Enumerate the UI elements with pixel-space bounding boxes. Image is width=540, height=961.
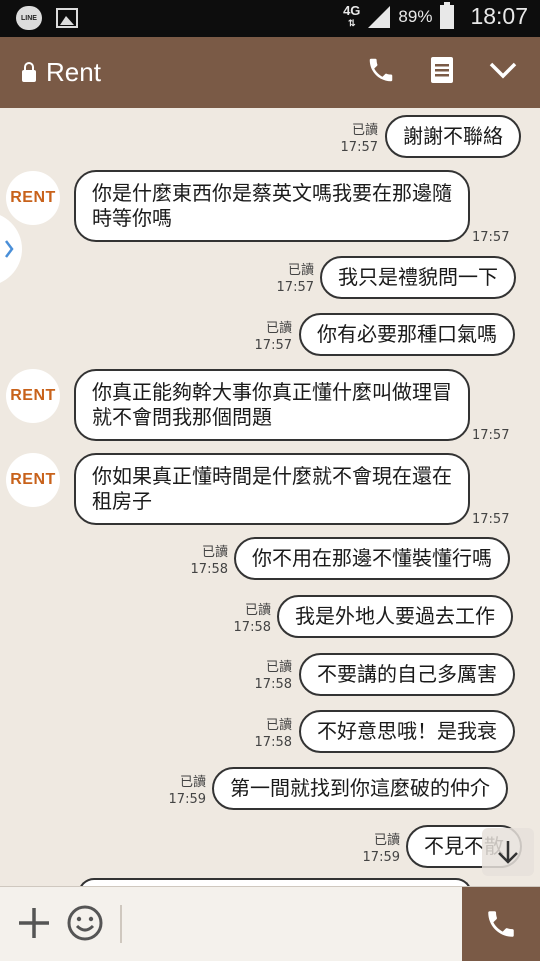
read-status: 已讀 <box>265 321 292 336</box>
outgoing-message[interactable]: 我是外地人要過去工作 <box>277 595 513 638</box>
message-meta: 已讀 17:59 <box>352 832 400 866</box>
lock-icon <box>22 61 36 82</box>
message-time: 17:59 <box>168 792 206 807</box>
outgoing-message[interactable]: 不要講的自己多厲害 <box>299 653 515 696</box>
message-meta: 已讀 17:58 <box>244 717 292 751</box>
signal-icon <box>368 5 391 28</box>
message-time: 17:58 <box>190 562 228 577</box>
message-time: 17:57 <box>472 428 510 443</box>
read-status: 已讀 <box>287 263 314 278</box>
chat-header: Rent <box>0 37 540 108</box>
arrow-down-icon <box>498 841 518 864</box>
outgoing-message[interactable]: 你有必要那種口氣嗎 <box>299 313 515 356</box>
message-meta: 已讀 17:58 <box>180 544 228 578</box>
read-status: 已讀 <box>201 545 228 560</box>
outgoing-message[interactable]: 謝謝不聯絡 <box>385 115 521 158</box>
read-status: 已讀 <box>373 833 400 848</box>
phone-icon[interactable] <box>366 55 396 85</box>
message-meta: 已讀 17:58 <box>244 659 292 693</box>
read-status: 已讀 <box>244 603 271 618</box>
scroll-to-bottom-button[interactable] <box>482 828 534 876</box>
incoming-message[interactable]: 你是什麼東西你是蔡英文嗎我要在那邊隨時等你嗎 <box>74 170 470 242</box>
message-time: 17:57 <box>472 512 510 527</box>
message-time: 17:57 <box>340 140 378 155</box>
message-time: 17:58 <box>254 677 292 692</box>
message-time: 17:57 <box>472 230 510 245</box>
input-divider <box>120 905 122 943</box>
chevron-right-icon <box>5 240 14 258</box>
avatar[interactable]: RENT <box>6 453 60 507</box>
notes-icon[interactable] <box>430 56 454 84</box>
message-time: 17:59 <box>362 850 400 865</box>
avatar[interactable]: RENT <box>6 171 60 225</box>
message-meta: 已讀 17:57 <box>266 262 314 296</box>
side-panel-tab[interactable] <box>0 212 22 286</box>
status-bar: LINE 4G ⇅ 89% 18:07 <box>0 0 540 37</box>
image-notification-icon <box>56 8 78 28</box>
incoming-message[interactable]: 你如果真正懂時間是什麼就不會現在還在租房子 <box>74 453 470 525</box>
plus-icon[interactable] <box>16 905 52 945</box>
battery-percent: 89% <box>398 6 433 26</box>
avatar[interactable]: RENT <box>6 369 60 423</box>
outgoing-message[interactable]: 我只是禮貌問一下 <box>320 256 516 299</box>
chat-title: Rent <box>46 57 101 87</box>
read-status: 已讀 <box>351 123 378 138</box>
message-time: 17:58 <box>233 620 271 635</box>
outgoing-message[interactable]: 你不用在那邊不懂裝懂行嗎 <box>234 537 510 580</box>
outgoing-message[interactable]: 第一間就找到你這麼破的仲介 <box>212 767 508 810</box>
input-bar <box>0 886 540 961</box>
chevron-down-icon[interactable] <box>488 60 518 80</box>
message-meta: 已讀 17:57 <box>330 122 378 156</box>
phone-icon <box>488 911 514 937</box>
emoji-icon[interactable] <box>66 904 104 946</box>
message-input[interactable] <box>130 897 450 951</box>
message-meta: 已讀 17:59 <box>158 774 206 808</box>
battery-icon <box>440 1 455 29</box>
message-meta: 已讀 17:58 <box>223 602 271 636</box>
message-time: 17:57 <box>254 338 292 353</box>
status-time: 18:07 <box>470 3 528 29</box>
read-status: 已讀 <box>265 718 292 733</box>
line-app-icon: LINE <box>16 6 42 30</box>
call-button[interactable] <box>462 887 540 961</box>
incoming-message[interactable]: 你真正能夠幹大事你真正懂什麼叫做理冒就不會問我那個問題 <box>74 369 470 441</box>
outgoing-message[interactable]: 不好意思哦！是我衰 <box>299 710 515 753</box>
read-status: 已讀 <box>265 660 292 675</box>
network-indicator: 4G ⇅ <box>343 2 361 28</box>
message-meta: 已讀 17:57 <box>244 320 292 354</box>
read-status: 已讀 <box>179 775 206 790</box>
message-time: 17:57 <box>276 280 314 295</box>
message-time: 17:58 <box>254 735 292 750</box>
